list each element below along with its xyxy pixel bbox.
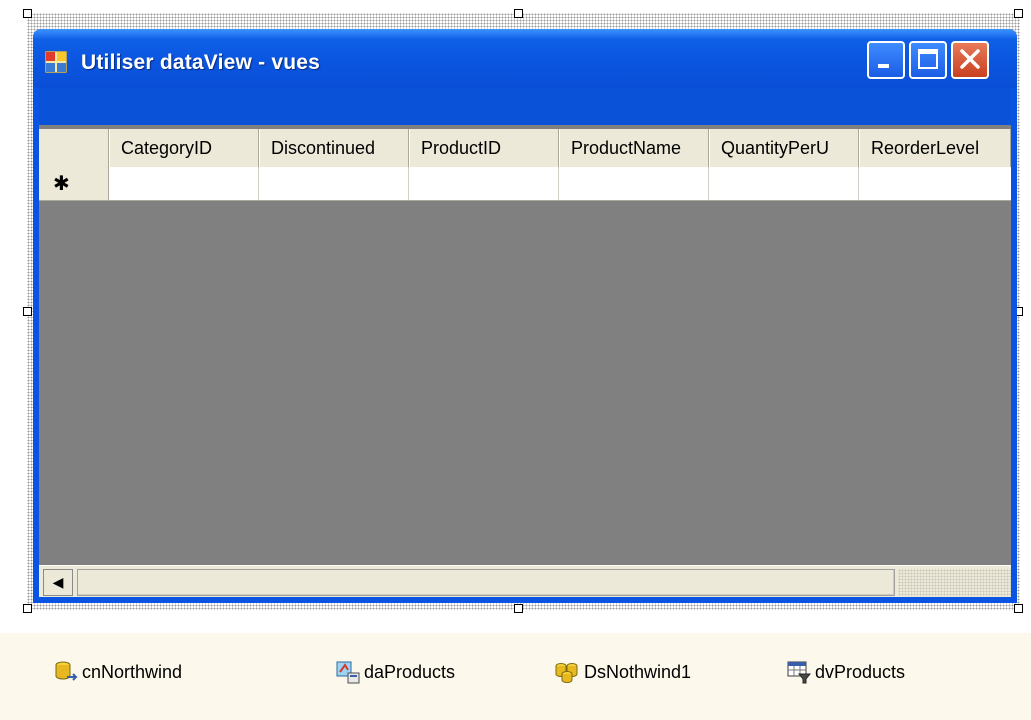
tray-component-cnnorthwind[interactable]: cnNorthwind (54, 660, 182, 684)
component-label: cnNorthwind (82, 661, 183, 682)
new-row-cell-productname[interactable] (559, 167, 709, 200)
database-connection-icon (55, 661, 78, 681)
maximize-icon (918, 49, 938, 69)
minimize-button[interactable] (867, 41, 905, 79)
data-adapter-icon (336, 661, 360, 684)
new-row-cell-categoryid[interactable] (109, 167, 259, 200)
component-label: DsNothwind1 (584, 661, 692, 682)
column-header-categoryid[interactable]: CategoryID (109, 129, 259, 167)
form-window[interactable]: Utiliser dataView - vues CategoryID Disc… (33, 29, 1017, 603)
tray-component-dsnothwind1[interactable]: DsNothwind1 (554, 660, 691, 684)
close-button[interactable] (951, 41, 989, 79)
designer-surface: Utiliser dataView - vues CategoryID Disc… (0, 0, 1031, 620)
new-row-cell-discontinued[interactable] (259, 167, 409, 200)
dataview-icon (787, 661, 811, 684)
resize-handle-top-left[interactable] (23, 9, 32, 18)
close-icon (960, 49, 980, 69)
resize-handle-bottom-right[interactable] (1014, 604, 1023, 613)
component-label: daProducts (364, 661, 456, 682)
tray-component-dvproducts[interactable]: dvProducts (787, 660, 905, 684)
horizontal-scrollbar[interactable]: ◀ (39, 565, 1011, 597)
title-bar[interactable]: Utiliser dataView - vues (33, 29, 1017, 88)
window-title: Utiliser dataView - vues (81, 51, 321, 74)
column-header-productname[interactable]: ProductName (559, 129, 709, 167)
grid-caption-bar (39, 88, 1011, 125)
new-row[interactable]: ✱ (39, 167, 1011, 201)
form-icon (45, 51, 67, 73)
resize-handle-top-center[interactable] (514, 9, 523, 18)
resize-handle-top-right[interactable] (1014, 9, 1023, 18)
row-header-corner (39, 129, 109, 167)
component-label: dvProducts (815, 661, 906, 682)
scroll-left-arrow-button[interactable]: ◀ (43, 569, 73, 596)
column-header-quantityperunit[interactable]: QuantityPerU (709, 129, 859, 167)
column-header-productid[interactable]: ProductID (409, 129, 559, 167)
data-grid[interactable]: CategoryID Discontinued ProductID Produc… (39, 88, 1011, 597)
scroll-thumb[interactable] (77, 569, 895, 596)
scroll-track[interactable] (898, 569, 1011, 596)
column-header-discontinued[interactable]: Discontinued (259, 129, 409, 167)
tray-separator (0, 620, 1031, 633)
dataset-icon (555, 663, 578, 683)
new-row-cell-productid[interactable] (409, 167, 559, 200)
tray-component-daproducts[interactable]: daProducts (336, 660, 455, 684)
maximize-button[interactable] (909, 41, 947, 79)
new-row-cell-reorderlevel[interactable] (859, 167, 1011, 200)
resize-handle-bottom-center[interactable] (514, 604, 523, 613)
column-header-reorderlevel[interactable]: ReorderLevel (859, 129, 1011, 167)
resize-handle-bottom-left[interactable] (23, 604, 32, 613)
resize-handle-middle-left[interactable] (23, 307, 32, 316)
minimize-icon (878, 64, 889, 68)
new-row-marker[interactable]: ✱ (39, 167, 109, 200)
grid-header-row: CategoryID Discontinued ProductID Produc… (39, 129, 1011, 168)
new-row-cell-quantityperunit[interactable] (709, 167, 859, 200)
